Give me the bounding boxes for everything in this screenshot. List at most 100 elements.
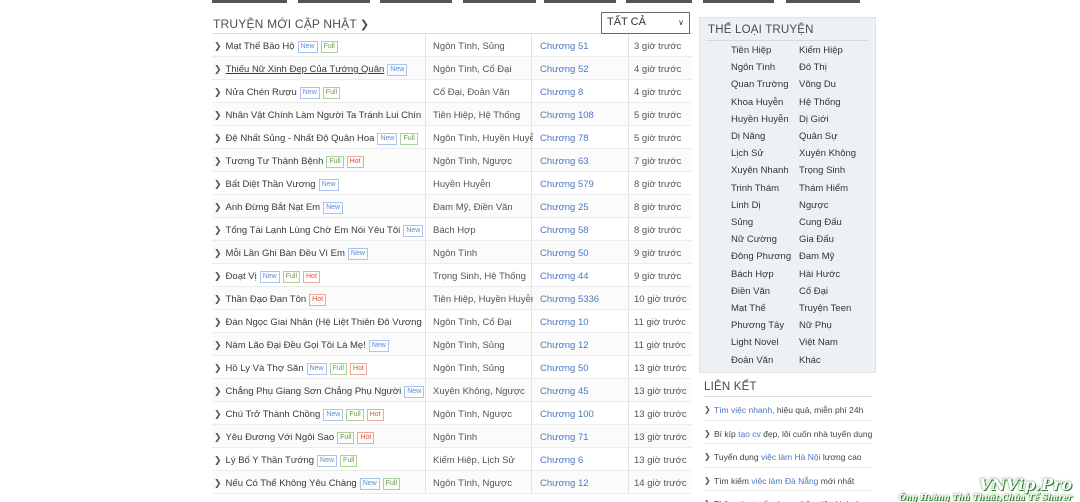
- story-genre[interactable]: Ngôn Tình, Sủng: [433, 340, 533, 351]
- link-keyword[interactable]: việc làm Đà Nẵng: [751, 476, 818, 486]
- story-genre[interactable]: Ngôn Tình, Ngược: [433, 478, 533, 489]
- story-title-link[interactable]: Nửa Chén Rượu: [226, 87, 297, 98]
- genre-link[interactable]: Trinh Thám: [731, 183, 779, 194]
- story-genre[interactable]: Đam Mỹ, Điền Văn: [433, 202, 533, 213]
- story-genre[interactable]: Ngôn Tình, Ngược: [433, 409, 533, 420]
- story-genre[interactable]: Tiên Hiệp, Huyền Huyễn: [433, 294, 533, 305]
- story-genre[interactable]: Cổ Đại, Đoản Văn: [433, 87, 533, 98]
- story-chapter-link[interactable]: Chương 63: [540, 156, 630, 167]
- story-chapter-link[interactable]: Chương 50: [540, 248, 630, 259]
- genre-link[interactable]: Điền Văn: [731, 286, 770, 297]
- story-chapter-link[interactable]: Chương 108: [540, 110, 630, 121]
- story-title-link[interactable]: Đàn Ngọc Giai Nhân (Hệ Liệt Thiên Đô Vươ…: [226, 317, 424, 328]
- genre-link[interactable]: Kiếm Hiệp: [799, 45, 843, 56]
- story-title-link[interactable]: Thần Đạo Đan Tôn: [226, 294, 307, 305]
- link-item[interactable]: ❯Thông tin tuyển dụng nhân viên kinh doa…: [704, 491, 872, 502]
- story-genre[interactable]: Ngôn Tình: [433, 248, 533, 259]
- story-title-link[interactable]: Đoạt Vị: [226, 271, 257, 282]
- genre-link[interactable]: Truyện Teen: [799, 303, 851, 314]
- story-title-link[interactable]: Mạt Thế Bảo Hộ: [226, 41, 295, 52]
- story-title-link[interactable]: Nàm Lão Đại Đều Gọi Tôi Là Mẹ!: [226, 340, 366, 351]
- genre-link[interactable]: Khoa Huyễn: [731, 97, 783, 108]
- genre-link[interactable]: Đoản Văn: [731, 355, 773, 366]
- genre-link[interactable]: Quan Trường: [731, 79, 788, 90]
- story-chapter-link[interactable]: Chương 8: [540, 87, 630, 98]
- story-chapter-link[interactable]: Chương 45: [540, 386, 630, 397]
- genre-link[interactable]: Việt Nam: [799, 337, 838, 348]
- story-title-link[interactable]: Nhân Vật Chính Làm Người Ta Tránh Lui Ch…: [226, 110, 424, 121]
- story-title-link[interactable]: Lý Bố Y Thần Tướng: [226, 455, 314, 466]
- genre-link[interactable]: Xuyên Nhanh: [731, 165, 789, 176]
- genre-link[interactable]: Thám Hiểm: [799, 183, 848, 194]
- link-keyword[interactable]: tạo cv: [738, 429, 761, 439]
- story-chapter-link[interactable]: Chương 579: [540, 179, 630, 190]
- section-title-link[interactable]: TRUYỆN MỚI CẬP NHẬT ❯: [213, 17, 369, 31]
- genre-link[interactable]: Đô Thị: [799, 62, 827, 73]
- genre-link[interactable]: Ngôn Tình: [731, 62, 775, 73]
- story-title-link[interactable]: Hồ Ly Và Thợ Săn: [226, 363, 304, 374]
- genre-link[interactable]: Quân Sự: [799, 131, 838, 142]
- genre-link[interactable]: Tiên Hiệp: [731, 45, 771, 56]
- story-chapter-link[interactable]: Chương 10: [540, 317, 630, 328]
- story-chapter-link[interactable]: Chương 71: [540, 432, 630, 443]
- story-genre[interactable]: Ngôn Tình, Ngược: [433, 156, 533, 167]
- story-genre[interactable]: Ngôn Tình, Cổ Đại: [433, 64, 533, 75]
- link-item[interactable]: ❯ Bí kíp tạo cv đẹp, lôi cuốn nhà tuyển d…: [704, 421, 872, 444]
- link-keyword[interactable]: việc làm Hà Nội: [761, 452, 821, 462]
- genre-link[interactable]: Võng Du: [799, 79, 836, 90]
- genre-link[interactable]: Light Novel: [731, 337, 779, 348]
- genre-link[interactable]: Hài Hước: [799, 269, 840, 280]
- story-chapter-link[interactable]: Chương 51: [540, 41, 630, 52]
- genre-link[interactable]: Lịch Sử: [731, 148, 764, 159]
- genre-link[interactable]: Trọng Sinh: [799, 165, 845, 176]
- story-title-link[interactable]: Nếu Có Thể Không Yêu Chàng: [226, 478, 357, 489]
- story-title-link[interactable]: Yêu Đương Với Ngôi Sao: [226, 432, 335, 443]
- link-item[interactable]: ❯ Tuyển dụng việc làm Hà Nội lương cao: [704, 444, 872, 468]
- story-title-link[interactable]: Chú Trở Thành Chồng: [226, 409, 321, 420]
- category-filter-select[interactable]: TẤT CẢ ∨: [601, 12, 690, 34]
- genre-link[interactable]: Mạt Thế: [731, 303, 766, 314]
- genre-link[interactable]: Dị Giới: [799, 114, 828, 125]
- genre-link[interactable]: Đam Mỹ: [799, 251, 834, 262]
- link-keyword[interactable]: Tìm việc nhanh: [714, 405, 772, 415]
- genre-link[interactable]: Sủng: [731, 217, 753, 228]
- story-title-link[interactable]: Bất Diệt Thần Vương: [226, 179, 316, 190]
- genre-link[interactable]: Ngược: [799, 200, 828, 211]
- story-title-link[interactable]: Anh Đừng Bắt Nạt Em: [226, 202, 321, 213]
- genre-link[interactable]: Gia Đấu: [799, 234, 834, 245]
- story-genre[interactable]: Ngôn Tình, Huyền Huyễn: [433, 133, 533, 144]
- story-genre[interactable]: Tiên Hiệp, Hệ Thống: [433, 110, 533, 121]
- story-genre[interactable]: Kiếm Hiệp, Lịch Sử: [433, 455, 533, 466]
- story-chapter-link[interactable]: Chương 58: [540, 225, 630, 236]
- story-genre[interactable]: Huyền Huyễn: [433, 179, 533, 190]
- story-title-link[interactable]: Mỗi Lần Ghi Bàn Đều Vì Em: [226, 248, 345, 259]
- story-title-link[interactable]: Tương Tư Thành Bệnh: [226, 156, 324, 167]
- story-title-link[interactable]: Chẳng Phụ Giang Sơn Chẳng Phụ Người: [226, 386, 402, 397]
- link-item[interactable]: ❯ Tìm kiếm việc làm Đà Nẵng mới nhất: [704, 468, 872, 491]
- story-genre[interactable]: Ngôn Tình: [433, 432, 533, 443]
- genre-link[interactable]: Hệ Thống: [799, 97, 841, 108]
- genre-link[interactable]: Đông Phương: [731, 251, 791, 262]
- story-chapter-link[interactable]: Chương 78: [540, 133, 630, 144]
- link-item[interactable]: ❯ Tìm việc nhanh, hiệu quả, miễn phí 24h: [704, 397, 872, 421]
- genre-link[interactable]: Nữ Cường: [731, 234, 777, 245]
- genre-link[interactable]: Bách Hợp: [731, 269, 774, 280]
- story-chapter-link[interactable]: Chương 50: [540, 363, 630, 374]
- story-chapter-link[interactable]: Chương 6: [540, 455, 630, 466]
- story-genre[interactable]: Bách Hợp: [433, 225, 533, 236]
- genre-link[interactable]: Xuyên Không: [799, 148, 856, 159]
- story-chapter-link[interactable]: Chương 25: [540, 202, 630, 213]
- story-chapter-link[interactable]: Chương 52: [540, 64, 630, 75]
- genre-link[interactable]: Dị Năng: [731, 131, 765, 142]
- story-genre[interactable]: Ngôn Tình, Sủng: [433, 41, 533, 52]
- genre-link[interactable]: Huyền Huyễn: [731, 114, 789, 125]
- story-genre[interactable]: Ngôn Tình, Cổ Đại: [433, 317, 533, 328]
- genre-link[interactable]: Cổ Đại: [799, 286, 828, 297]
- story-title-link[interactable]: Đệ Nhất Sủng - Nhất Độ Quân Hoa: [226, 133, 375, 144]
- genre-link[interactable]: Cung Đấu: [799, 217, 842, 228]
- genre-link[interactable]: Nữ Phụ: [799, 320, 832, 331]
- genre-link[interactable]: Khác: [799, 355, 821, 366]
- story-genre[interactable]: Xuyên Không, Ngược: [433, 386, 533, 397]
- story-title-link[interactable]: Tổng Tài Lạnh Lùng Chờ Em Nói Yêu Tôi: [226, 225, 401, 236]
- story-title-link[interactable]: Thiếu Nữ Xinh Đẹp Của Tướng Quân: [226, 64, 385, 75]
